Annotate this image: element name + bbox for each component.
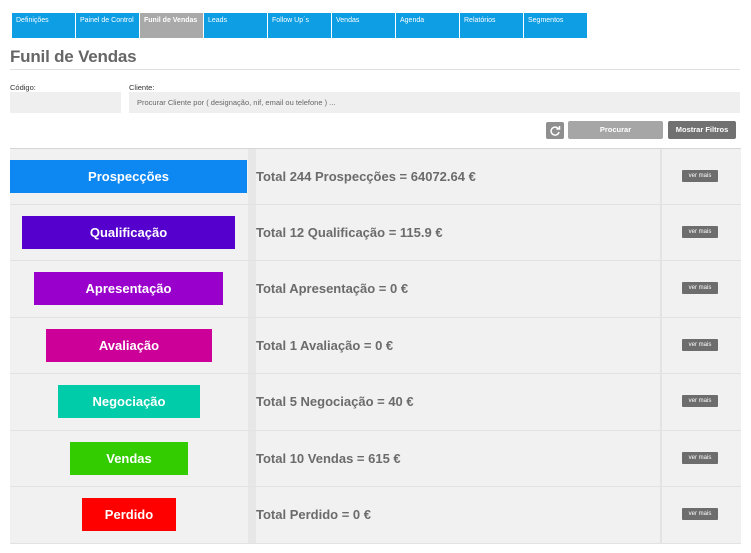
stage-perdido-button[interactable]: Perdido [82, 498, 176, 531]
refresh-button[interactable] [546, 122, 564, 139]
funnel-row: Negociação Total 5 Negociação = 40 € ver… [10, 374, 741, 431]
stage-prospeccoes-button[interactable]: Prospecções [10, 160, 247, 193]
funnel-row: Qualificação Total 12 Qualificação = 115… [10, 204, 741, 261]
main-nav-tabs: Definições Painel de Control Funil de Ve… [12, 13, 588, 38]
ver-mais-button[interactable]: ver mais [682, 508, 718, 520]
funnel-row: Prospecções Total 244 Prospecções = 6407… [10, 148, 741, 205]
ver-mais-button[interactable]: ver mais [682, 282, 718, 294]
stage-total: Total 10 Vendas = 615 € [256, 450, 401, 466]
sales-funnel: Prospecções Total 244 Prospecções = 6407… [10, 148, 741, 544]
tab-definicoes[interactable]: Definições [12, 13, 75, 38]
cliente-label: Cliente: [129, 83, 155, 92]
stage-total: Total 1 Avaliação = 0 € [256, 337, 394, 353]
stage-avaliacao-button[interactable]: Avaliação [46, 328, 212, 362]
ver-mais-button[interactable]: ver mais [682, 170, 718, 182]
tab-follow-ups[interactable]: Follow Up´s [268, 13, 331, 38]
stage-total: Total Apresentação = 0 € [256, 281, 409, 296]
ver-mais-button[interactable]: ver mais [682, 451, 718, 464]
cliente-search-input[interactable] [129, 92, 740, 113]
title-divider [10, 69, 740, 70]
show-filters-button[interactable]: Mostrar Filtros [668, 121, 736, 139]
search-button[interactable]: Procurar [568, 121, 663, 139]
stage-negociacao-button[interactable]: Negociação [58, 385, 200, 418]
stage-total: Total 5 Negociação = 40 € [256, 394, 414, 409]
funnel-row: Apresentação Total Apresentação = 0 € ve… [10, 261, 741, 318]
tab-leads[interactable]: Leads [204, 13, 267, 38]
refresh-icon [550, 125, 561, 136]
tab-segmentos[interactable]: Segmentos [524, 13, 587, 38]
funnel-row: Perdido Total Perdido = 0 € ver mais [10, 487, 741, 544]
ver-mais-button[interactable]: ver mais [682, 338, 718, 351]
stage-total: Total 244 Prospecções = 64072.64 € [256, 169, 476, 184]
tab-relatorios[interactable]: Relatórios [460, 13, 523, 38]
stage-qualificacao-button[interactable]: Qualificação [22, 215, 235, 249]
tab-agenda[interactable]: Agenda [396, 13, 459, 38]
ver-mais-button[interactable]: ver mais [682, 225, 718, 238]
funnel-row: Vendas Total 10 Vendas = 615 € ver mais [10, 430, 741, 487]
tab-funil-de-vendas[interactable]: Funil de Vendas [140, 13, 203, 38]
stage-total: Total Perdido = 0 € [256, 507, 371, 522]
tab-vendas[interactable]: Vendas [332, 13, 395, 38]
codigo-label: Código: [10, 83, 36, 92]
stage-total: Total 12 Qualificação = 115.9 € [256, 224, 443, 240]
stage-vendas-button[interactable]: Vendas [70, 441, 188, 475]
tab-painel-de-control[interactable]: Painel de Control [76, 13, 139, 38]
codigo-input[interactable] [10, 92, 121, 113]
stage-apresentacao-button[interactable]: Apresentação [34, 272, 223, 305]
funnel-row: Avaliação Total 1 Avaliação = 0 € ver ma… [10, 317, 741, 374]
ver-mais-button[interactable]: ver mais [682, 395, 718, 407]
page-title: Funil de Vendas [10, 47, 137, 66]
